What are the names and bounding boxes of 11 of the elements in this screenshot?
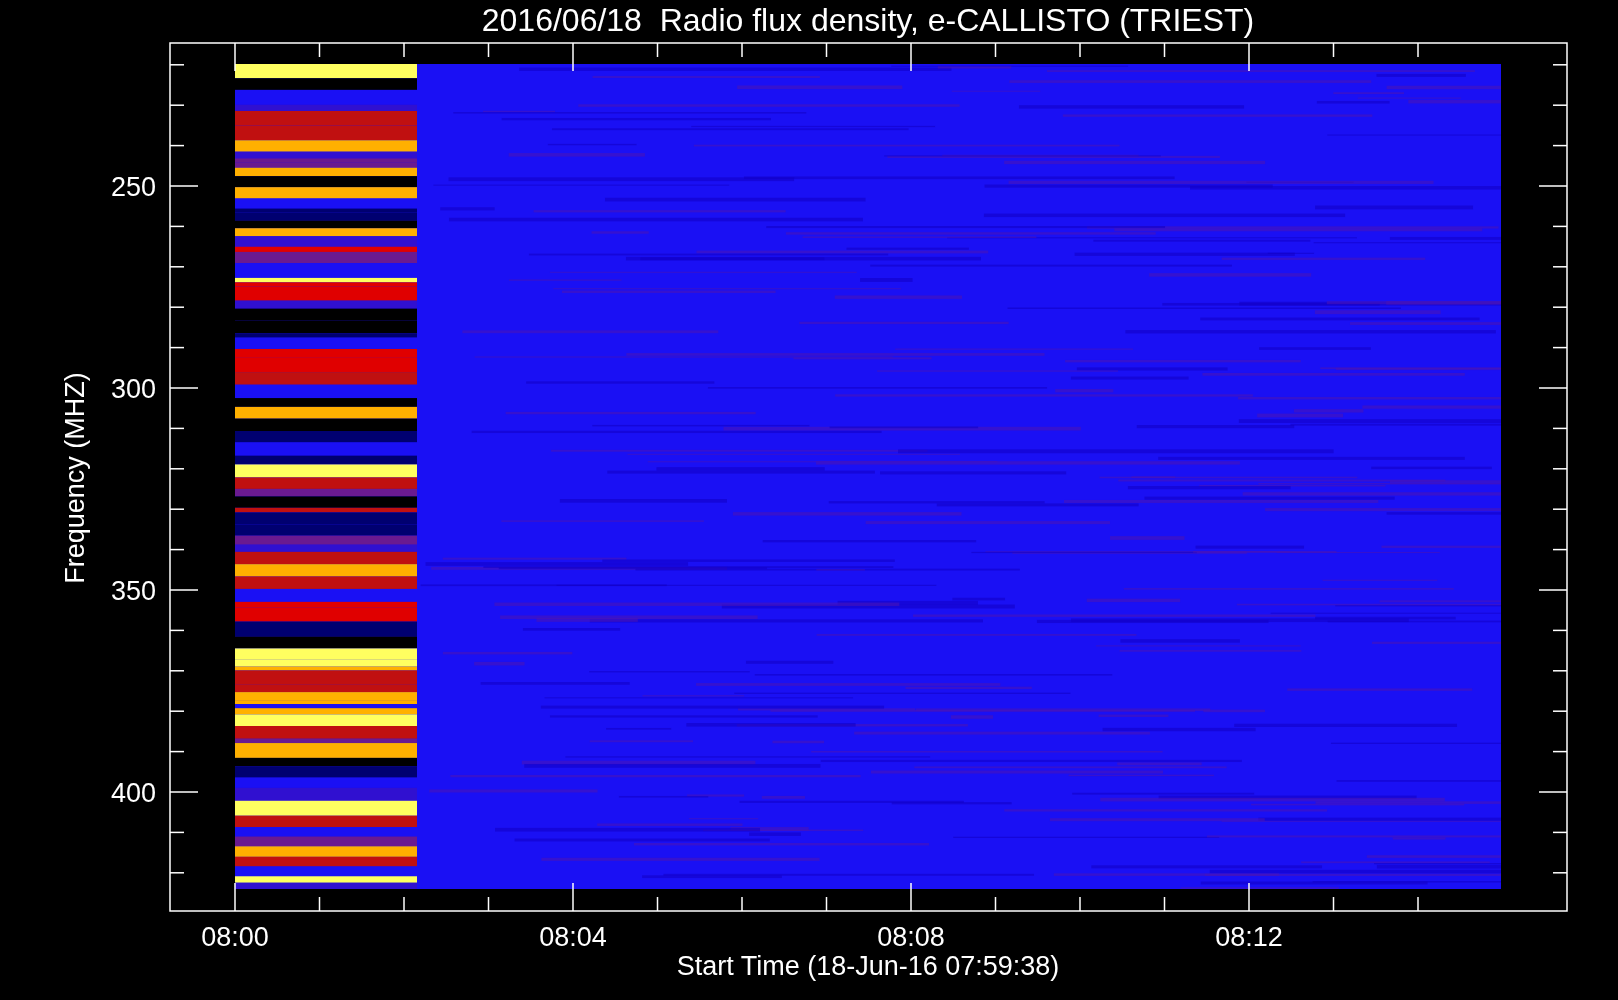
- x-tick-label: 08:08: [877, 922, 945, 952]
- x-tick-label: 08:00: [201, 922, 269, 952]
- y-tick-label: 350: [110, 576, 156, 606]
- chart-title: 2016/06/18 Radio flux density, e-CALLISTO (TRIEST): [481, 2, 1255, 38]
- y-tick-label: 300: [110, 374, 156, 404]
- y-axis-label: Frequency (MHZ): [60, 372, 90, 584]
- y-tick-label: 400: [110, 778, 156, 808]
- x-tick-label: 08:12: [1215, 922, 1283, 952]
- y-tick-label: 250: [110, 172, 156, 202]
- x-tick-label: 08:04: [539, 922, 607, 952]
- x-axis-label: Start Time (18-Jun-16 07:59:38): [676, 951, 1060, 981]
